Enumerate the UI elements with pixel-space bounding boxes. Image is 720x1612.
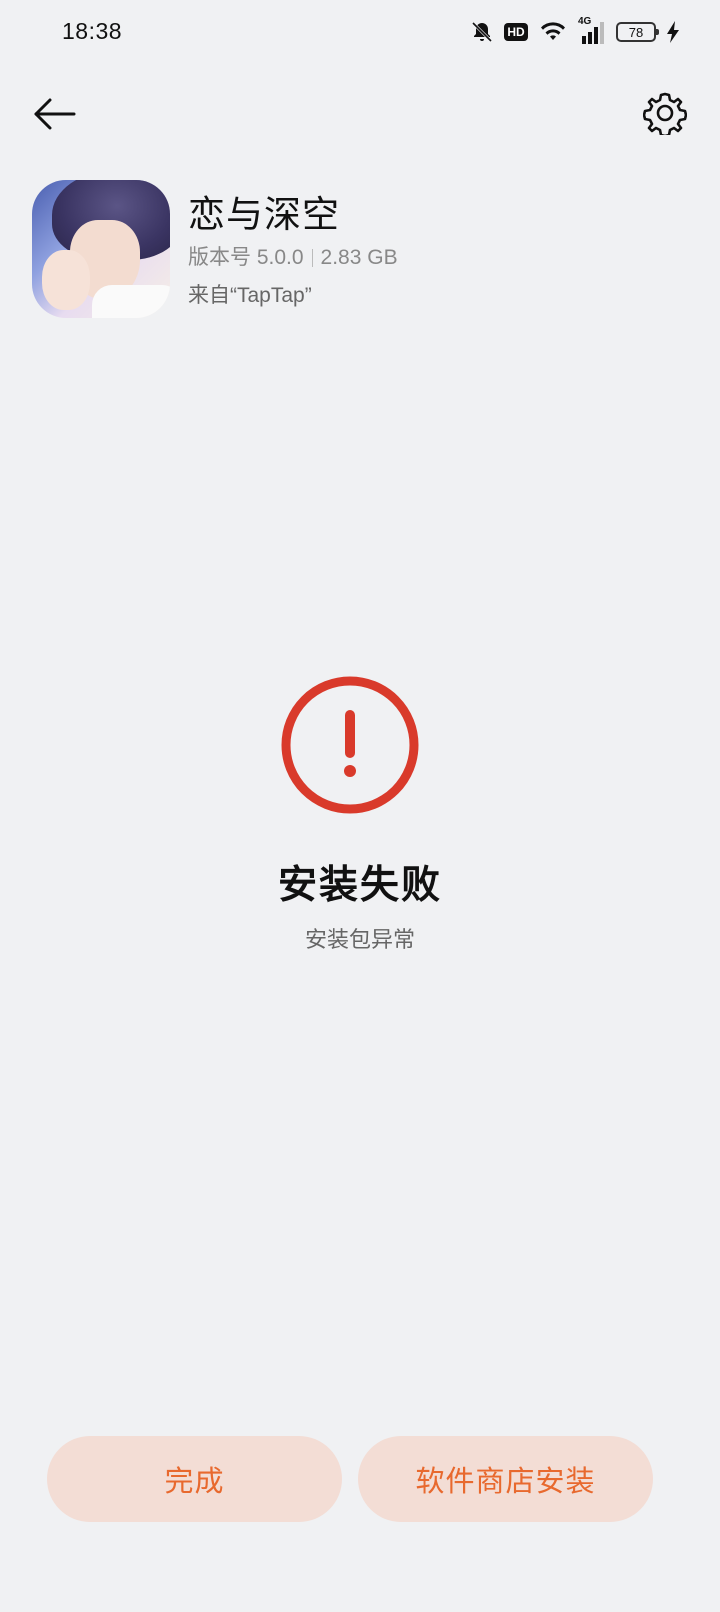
status-icons: HD 4G 78: [470, 16, 680, 46]
app-header: 恋与深空 版本号 5.0.0 2.83 GB 来自“TapTap”: [32, 180, 398, 318]
app-name: 恋与深空: [188, 194, 340, 235]
app-meta: 恋与深空 版本号 5.0.0 2.83 GB 来自“TapTap”: [188, 180, 398, 310]
gear-icon: [643, 92, 687, 135]
store-install-button[interactable]: 软件商店安装: [358, 1436, 653, 1522]
result-title: 安装失败: [277, 864, 442, 907]
app-size: 2.83 GB: [320, 246, 398, 269]
exclamation-circle-icon: [280, 675, 420, 815]
done-button[interactable]: 完成: [47, 1436, 342, 1522]
battery-icon: 78: [616, 22, 659, 42]
charging-icon: [666, 20, 680, 44]
arrow-left-icon: [34, 98, 76, 130]
wifi-icon: [538, 20, 568, 44]
app-icon: [32, 180, 170, 318]
settings-button[interactable]: [640, 88, 690, 138]
app-source: 来自“TapTap”: [188, 284, 312, 307]
status-bar: 18:38 HD 4G 78: [0, 0, 720, 64]
app-version: 版本号 5.0.0: [188, 246, 304, 269]
app-detail: 版本号 5.0.0 2.83 GB: [188, 244, 398, 272]
signal-4g-icon: 4G: [578, 16, 606, 44]
hd-icon: HD: [504, 23, 528, 41]
status-time: 18:38: [62, 18, 123, 44]
back-button[interactable]: [30, 90, 78, 138]
bell-muted-icon: [470, 20, 494, 44]
detail-divider: [311, 249, 313, 267]
result-subtitle: 安装包异常: [304, 927, 415, 952]
